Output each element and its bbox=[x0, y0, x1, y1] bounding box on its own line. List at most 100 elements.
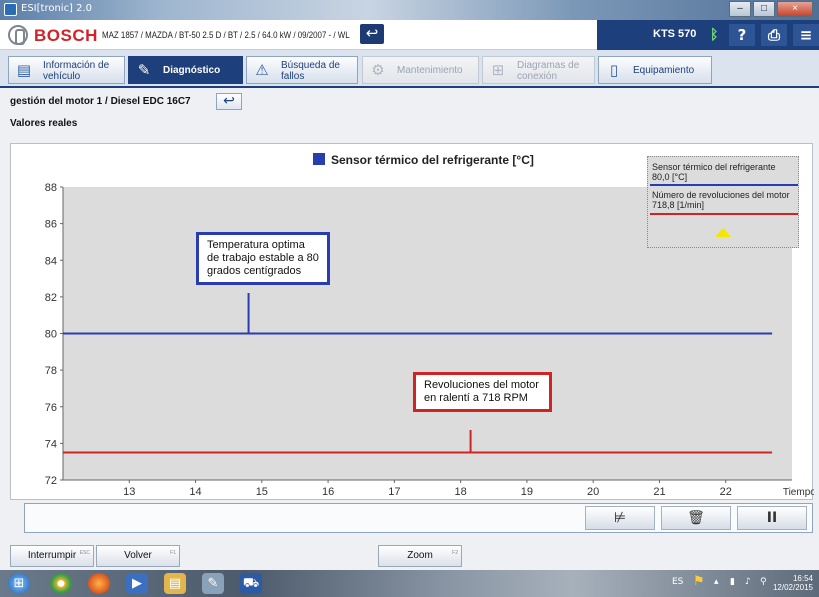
bosch-logo-icon bbox=[8, 25, 28, 45]
esitronic-icon[interactable]: ⛟ bbox=[240, 573, 262, 594]
y-tick-label: 76 bbox=[45, 402, 57, 414]
x-tick-label: 15 bbox=[256, 486, 268, 498]
menu-icon[interactable]: ≡ bbox=[793, 24, 819, 46]
tab-label: Búsqueda de fallos bbox=[281, 60, 340, 82]
start-icon[interactable]: ⊞ bbox=[8, 573, 30, 594]
usb-icon[interactable]: ⚲ bbox=[760, 577, 767, 587]
legend-line-rpm bbox=[650, 213, 798, 215]
x-tick-label: 13 bbox=[123, 486, 135, 498]
window-title: ESI[tronic] 2.0 bbox=[21, 3, 93, 14]
tab-label: Mantenimiento bbox=[397, 65, 463, 76]
clock[interactable]: 16:54 12/02/2015 bbox=[773, 574, 813, 592]
button-label: Volver bbox=[124, 550, 152, 561]
tab-label: Diagramas de conexión bbox=[517, 60, 580, 82]
x-tick-label: 16 bbox=[322, 486, 334, 498]
y-tick-label: 82 bbox=[45, 292, 57, 304]
collapse-triangle-icon[interactable] bbox=[715, 228, 731, 237]
interrupt-button[interactable]: Interrumpir ESC bbox=[10, 545, 94, 567]
app-window: ESI[tronic] 2.0 – □ × BOSCH MAZ 1857 / M… bbox=[0, 0, 819, 597]
breadcrumb: gestión del motor 1 / Diesel EDC 16C7 bbox=[10, 96, 191, 107]
media-icon[interactable]: ▶ bbox=[126, 573, 148, 594]
alert-flag-icon[interactable]: ⚑ bbox=[693, 574, 705, 589]
tab-maintenance: ⚙ Mantenimiento bbox=[362, 56, 479, 84]
tab-label: Diagnóstico bbox=[163, 65, 221, 76]
y-tick-label: 78 bbox=[45, 365, 57, 377]
help-icon[interactable]: ? bbox=[729, 24, 755, 46]
main-tabs: ▤ Información de vehículo ✎ Diagnóstico … bbox=[0, 50, 819, 88]
shortcut-key: F2 bbox=[452, 550, 458, 556]
delete-icon[interactable]: 🗑 bbox=[661, 506, 731, 530]
legend-line-coolant bbox=[650, 184, 798, 186]
shortcut-key: F1 bbox=[170, 550, 176, 556]
zoom-button[interactable]: Zoom F2 bbox=[378, 545, 462, 567]
tab-label: Equipamiento bbox=[633, 65, 695, 76]
volume-icon[interactable]: ♪ bbox=[745, 577, 751, 587]
x-tick-label: 21 bbox=[653, 486, 665, 498]
legend-item-coolant: Sensor térmico del refrigerante 80,0 [°C… bbox=[650, 161, 798, 183]
app-icon bbox=[4, 3, 17, 16]
y-tick-label: 74 bbox=[45, 438, 57, 450]
y-tick-label: 88 bbox=[45, 182, 57, 194]
equipment-icon: ▯ bbox=[609, 61, 619, 79]
path-back-icon[interactable]: ↩ bbox=[216, 93, 242, 110]
tab-vehicle-info[interactable]: ▤ Información de vehículo bbox=[8, 56, 125, 84]
clock-time: 16:54 bbox=[792, 574, 813, 583]
maximize-icon[interactable]: □ bbox=[753, 1, 775, 17]
x-tick-label: 19 bbox=[521, 486, 533, 498]
chrome-icon[interactable] bbox=[50, 573, 72, 594]
back-arrow-icon[interactable]: ↩ bbox=[360, 24, 384, 44]
back-button[interactable]: Volver F1 bbox=[96, 545, 180, 567]
clock-date: 12/02/2015 bbox=[772, 583, 813, 592]
language-indicator[interactable]: ES bbox=[672, 577, 683, 587]
bluetooth-icon: ᛒ bbox=[710, 27, 719, 43]
x-tick-label: 14 bbox=[189, 486, 201, 498]
shortcut-key: ESC bbox=[79, 550, 90, 556]
tab-diagnosis[interactable]: ✎ Diagnóstico bbox=[128, 56, 243, 84]
x-tick-label: 22 bbox=[720, 486, 732, 498]
window-controls: – □ × bbox=[729, 1, 813, 17]
tab-wiring: ⊞ Diagramas de conexión bbox=[482, 56, 595, 84]
legend-name: Sensor térmico del refrigerante bbox=[652, 162, 776, 172]
explorer-icon[interactable]: ▤ bbox=[164, 573, 186, 594]
legend-value: 80,0 [°C] bbox=[652, 172, 688, 182]
firefox-icon[interactable] bbox=[88, 573, 110, 594]
chart-settings-icon[interactable]: ⊭ bbox=[585, 506, 655, 530]
print-icon[interactable]: ⎙ bbox=[761, 24, 787, 46]
x-axis-label: Tiempo [s] bbox=[783, 487, 814, 498]
close-icon[interactable]: × bbox=[777, 1, 813, 17]
legend-item-rpm: Número de revoluciones del motor 718,8 [… bbox=[650, 189, 798, 211]
diagnosis-icon: ✎ bbox=[137, 61, 151, 79]
legend-value: 718,8 [1/min] bbox=[652, 200, 705, 210]
tab-equipment[interactable]: ▯ Equipamiento bbox=[598, 56, 712, 84]
button-label: Interrumpir bbox=[27, 550, 77, 561]
y-tick-label: 80 bbox=[45, 329, 57, 341]
button-label: Zoom bbox=[407, 550, 433, 561]
title-bar: ESI[tronic] 2.0 – □ × bbox=[0, 0, 819, 20]
device-name: KTS 570 bbox=[653, 28, 697, 40]
network-icon[interactable]: ▮ bbox=[730, 577, 735, 587]
minimize-icon[interactable]: – bbox=[729, 1, 751, 17]
y-tick-label: 86 bbox=[45, 219, 57, 231]
x-tick-label: 17 bbox=[388, 486, 400, 498]
tab-troubleshooting[interactable]: ⚠ Búsqueda de fallos bbox=[246, 56, 358, 84]
chart-panel: 72 74 76 78 80 82 84 86 88 13 14 15 16 17 18 19 20 21 22 Ti… bbox=[10, 143, 814, 500]
taskbar: ⊞ ▶ ▤ ✎ ⛟ ES ⚑ ▴ ▮ ♪ ⚲ 16:54 12/02/2015 bbox=[0, 570, 819, 597]
chart-legend: Sensor térmico del refrigerante 80,0 [°C… bbox=[647, 156, 799, 248]
chart-controls: ⊭ 🗑 II bbox=[24, 503, 813, 533]
vehicle-identification: MAZ 1857 / MAZDA / BT-50 2.5 D / BT / 2.… bbox=[102, 30, 350, 40]
vehicle-info-icon: ▤ bbox=[16, 61, 32, 79]
wiring-icon: ⊞ bbox=[491, 61, 505, 79]
annotation-rpm: Revoluciones del motor en ralentí a 718 … bbox=[413, 372, 552, 412]
y-tick-label: 84 bbox=[45, 255, 57, 267]
troubleshooting-icon: ⚠ bbox=[255, 61, 269, 79]
annotation-temperature: Temperatura optima de trabajo estable a … bbox=[196, 232, 330, 285]
y-tick-label: 72 bbox=[45, 475, 57, 487]
maintenance-icon: ⚙ bbox=[371, 61, 385, 79]
tool-icon[interactable]: ✎ bbox=[202, 573, 224, 594]
tray-arrow-icon[interactable]: ▴ bbox=[714, 577, 719, 587]
legend-name: Número de revoluciones del motor bbox=[652, 190, 790, 200]
pause-icon[interactable]: II bbox=[737, 506, 807, 530]
title-marker bbox=[313, 153, 325, 165]
tab-label: Información de vehículo bbox=[43, 60, 110, 82]
x-tick-label: 20 bbox=[587, 486, 599, 498]
